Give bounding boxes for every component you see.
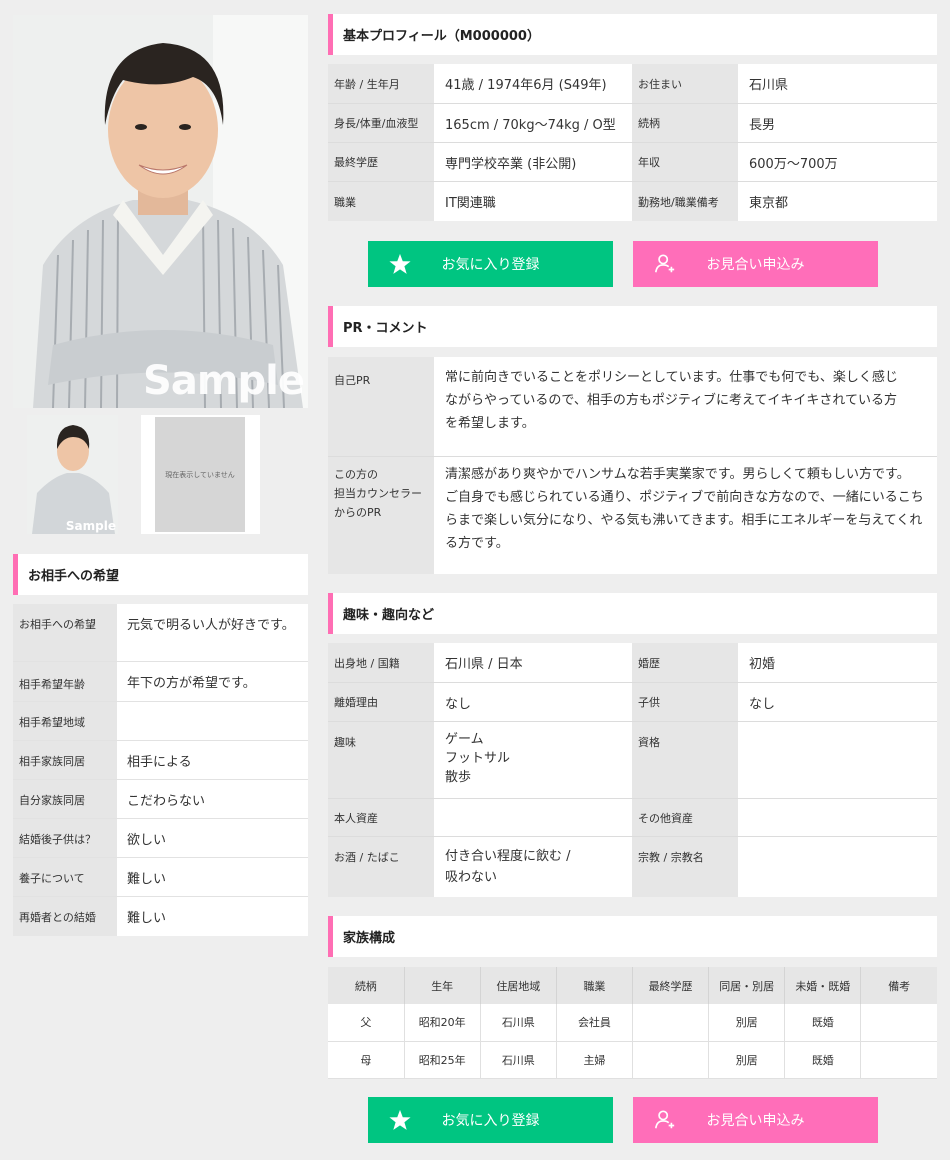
pr-comment-heading: PR・コメント — [328, 306, 937, 347]
hobby-list: ゲーム フットサル 散歩 — [434, 722, 632, 798]
meeting-request-button[interactable]: お見合い申込み — [633, 241, 878, 287]
star-icon — [389, 1109, 411, 1130]
table-row: 本人資産 その他資産 — [328, 799, 937, 837]
family-heading: 家族構成 — [328, 916, 937, 957]
table-header-row: 続柄 生年 住居地域 職業 最終学歴 同居・別居 未婚・既婚 備考 — [328, 967, 937, 1004]
table-row: 相手家族同居 相手による — [13, 741, 308, 780]
hobby-table: 出身地 / 国籍 石川県 / 日本 婚歴 初婚 離婚理由 なし 子供 なし 趣味… — [328, 643, 937, 897]
table-row: 自分家族同居 こだわらない — [13, 780, 308, 819]
user-add-icon — [655, 254, 675, 273]
thumbnail-watermark: Sample — [65, 519, 116, 533]
table-row: 職業 IT関連職 勤務地/職業備考 東京都 — [328, 182, 937, 221]
table-row: 出身地 / 国籍 石川県 / 日本 婚歴 初婚 — [328, 643, 937, 683]
table-row: 養子について 難しい — [13, 858, 308, 897]
table-row: 結婚後子供は？ 欲しい — [13, 819, 308, 858]
person-photo-illustration — [13, 15, 308, 408]
table-row: 相手希望年齢 年下の方が希望です。 — [13, 662, 308, 702]
table-row: 最終学歴 専門学校卒業 (非公開) 年収 600万～700万 — [328, 143, 937, 182]
table-row: お酒 / たばこ 付き合い程度に飲む / 吸わない 宗教 / 宗教名 — [328, 837, 937, 897]
sample-watermark: Sample — [143, 358, 305, 404]
no-image-text: 現在表示していません — [165, 470, 235, 479]
meeting-request-button-bottom[interactable]: お見合い申込み — [633, 1097, 878, 1143]
table-row: 再婚者との結婚 難しい — [13, 897, 308, 936]
favorite-button[interactable]: お気に入り登録 — [368, 241, 613, 287]
family-table: 続柄 生年 住居地域 職業 最終学歴 同居・別居 未婚・既婚 備考 父 昭和20… — [328, 967, 937, 1079]
thumbnail-photo-2[interactable]: 現在表示していません — [141, 415, 260, 534]
drink-smoke-value: 付き合い程度に飲む / 吸わない — [434, 837, 632, 897]
thumbnail-photo-1[interactable]: Sample — [27, 415, 118, 534]
star-icon — [389, 253, 411, 274]
hobby-heading: 趣味・趣向など — [328, 593, 937, 634]
user-add-icon — [655, 1110, 675, 1129]
table-row: この方の 担当カウンセラー からのPR 清潔感があり爽やかでハンサムな若手実業家… — [328, 457, 937, 574]
self-pr-text: 常に前向きでいることをポリシーとしています。仕事でも何でも、楽しく感じ ながらや… — [434, 357, 937, 456]
preferences-table: お相手への希望 元気で明るい人が好きです。 相手希望年齢 年下の方が希望です。 … — [13, 604, 308, 936]
table-row: 自己PR 常に前向きでいることをポリシーとしています。仕事でも何でも、楽しく感じ… — [328, 357, 937, 457]
basic-profile-table: 年齢 / 生年月 41歳 / 1974年6月 (S49年) お住まい 石川県 身… — [328, 64, 937, 221]
table-row: 相手希望地域 — [13, 702, 308, 741]
basic-profile-heading: 基本プロフィール（M000000） — [328, 14, 937, 55]
table-row: 父 昭和20年 石川県 会社員 別居 既婚 — [328, 1004, 937, 1042]
table-row: 母 昭和25年 石川県 主婦 別居 既婚 — [328, 1041, 937, 1079]
profile-photo[interactable]: Sample — [13, 15, 308, 408]
counselor-pr-text: 清潔感があり爽やかでハンサムな若手実業家です。男らしくて頼もしい方です。 ご自身… — [434, 457, 937, 574]
pr-comment-table: 自己PR 常に前向きでいることをポリシーとしています。仕事でも何でも、楽しく感じ… — [328, 357, 937, 574]
table-row: 趣味 ゲーム フットサル 散歩 資格 — [328, 722, 937, 799]
table-row: 年齢 / 生年月 41歳 / 1974年6月 (S49年) お住まい 石川県 — [328, 64, 937, 104]
counselor-pr-label: この方の 担当カウンセラー からのPR — [328, 457, 434, 574]
preferences-heading: お相手への希望 — [13, 554, 308, 595]
favorite-button-bottom[interactable]: お気に入り登録 — [368, 1097, 613, 1143]
person-thumbnail-illustration — [27, 415, 118, 534]
table-row: 身長/体重/血液型 165cm / 70kg～74kg / O型 続柄 長男 — [328, 104, 937, 143]
table-row: お相手への希望 元気で明るい人が好きです。 — [13, 604, 308, 662]
no-image-placeholder: 現在表示していません — [155, 417, 245, 532]
table-row: 離婚理由 なし 子供 なし — [328, 683, 937, 722]
